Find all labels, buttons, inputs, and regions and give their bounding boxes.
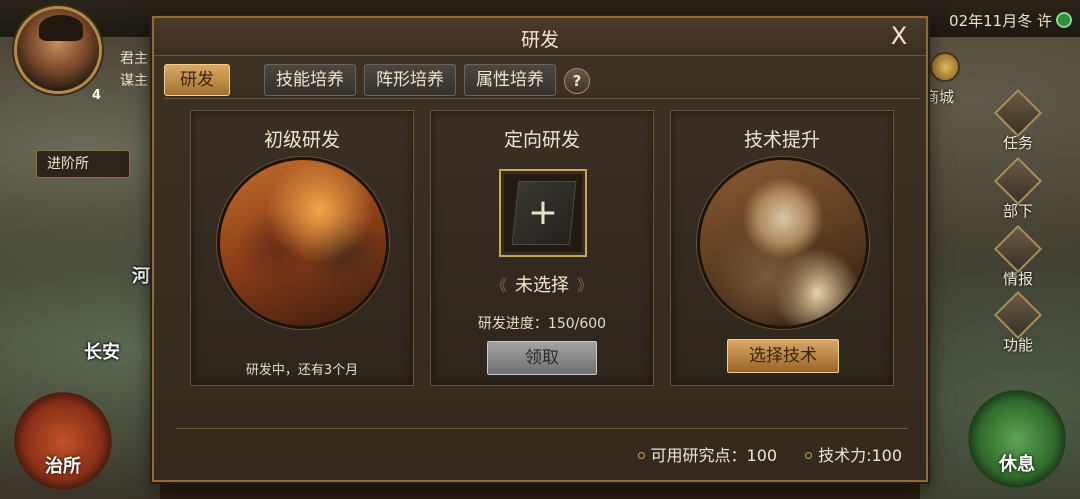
research-dialog: 研发 X 研发 技能培养 阵形培养 属性培养 ? 初级研发 研发中，还有3个月 … (152, 16, 928, 482)
research-points: 可用研究点：100 (637, 442, 778, 466)
tech-power-text: 技术力:100 (818, 446, 902, 465)
menu-functions[interactable]: 功能 (990, 290, 1046, 355)
directed-research-title: 定向研发 (503, 129, 580, 151)
tech-power: 技术力:100 (805, 442, 902, 466)
map-label-changan[interactable]: 长安 (84, 338, 120, 364)
status-icon[interactable] (1056, 12, 1072, 28)
research-target-slot[interactable]: + (499, 169, 587, 257)
research-progress: 研发进度：150/600 (477, 316, 607, 332)
close-button[interactable]: X (886, 23, 912, 49)
government-office-button[interactable]: 治所 (14, 392, 112, 490)
panel-basic-research: 初级研发 研发中，还有3个月 (190, 110, 414, 386)
map-label-river: 河 (132, 266, 150, 287)
tech-upgrade-title: 技术提升 (743, 129, 820, 151)
help-button[interactable]: ? (564, 68, 590, 94)
selection-row: 《未选择》 (431, 271, 653, 297)
footer-divider (176, 428, 908, 429)
claim-button[interactable]: 领取 (487, 341, 597, 375)
shop-label[interactable]: 商城 (924, 86, 954, 107)
dialog-title: 研发 (520, 29, 559, 51)
shop-icon[interactable] (930, 52, 960, 82)
government-office-label: 治所 (45, 456, 81, 477)
menu-intel[interactable]: 情报 (990, 224, 1046, 289)
plus-icon: + (527, 192, 559, 233)
selected-target: 未选择 (515, 275, 569, 296)
bullet-icon (805, 452, 813, 459)
intel-icon (993, 224, 1043, 274)
avatar-level: 4 (92, 88, 102, 103)
prev-arrow-icon[interactable]: 《 (491, 276, 507, 295)
advisor-label: 谋主 (120, 73, 148, 89)
panel-tech-upgrade: 技术提升 选择技术 (670, 110, 894, 386)
tab-formation-training[interactable]: 阵形培养 (364, 64, 456, 96)
rest-button[interactable]: 休息 (968, 390, 1066, 488)
date-text: 02年11月冬 许 (949, 12, 1052, 30)
dialog-footer: 可用研究点：100 技术力:100 (637, 442, 902, 466)
advance-label: 进阶所 (47, 156, 89, 172)
next-arrow-icon[interactable]: 》 (577, 276, 593, 295)
ruler-avatar[interactable] (14, 6, 102, 94)
dialog-header: 研发 X (154, 18, 926, 56)
tech-upgrade-illustration[interactable] (697, 157, 869, 329)
basic-research-status: 研发中，还有3个月 (245, 363, 359, 378)
panel-directed-research: 定向研发 + 《未选择》 研发进度：150/600 领取 (430, 110, 654, 386)
subordinates-icon (993, 156, 1043, 206)
menu-subordinates[interactable]: 部下 (990, 156, 1046, 221)
basic-research-illustration[interactable] (217, 157, 389, 329)
research-points-text: 可用研究点：100 (650, 446, 778, 465)
tab-skill-training[interactable]: 技能培养 (264, 64, 356, 96)
tab-attribute-training[interactable]: 属性培养 (464, 64, 556, 96)
menu-task[interactable]: 任务 (990, 88, 1046, 153)
date-display: 02年11月冬 许 (949, 10, 1072, 31)
tab-research[interactable]: 研发 (164, 64, 230, 96)
rest-label: 休息 (999, 454, 1035, 475)
gear-icon (993, 290, 1043, 340)
advance-button[interactable]: 进阶所 (36, 150, 130, 178)
basic-research-title: 初级研发 (263, 129, 340, 151)
task-icon (993, 88, 1043, 138)
ruler-label: 君主 (120, 51, 148, 67)
tab-divider (164, 98, 920, 99)
choose-tech-button[interactable]: 选择技术 (727, 339, 839, 373)
bullet-icon (637, 452, 645, 459)
